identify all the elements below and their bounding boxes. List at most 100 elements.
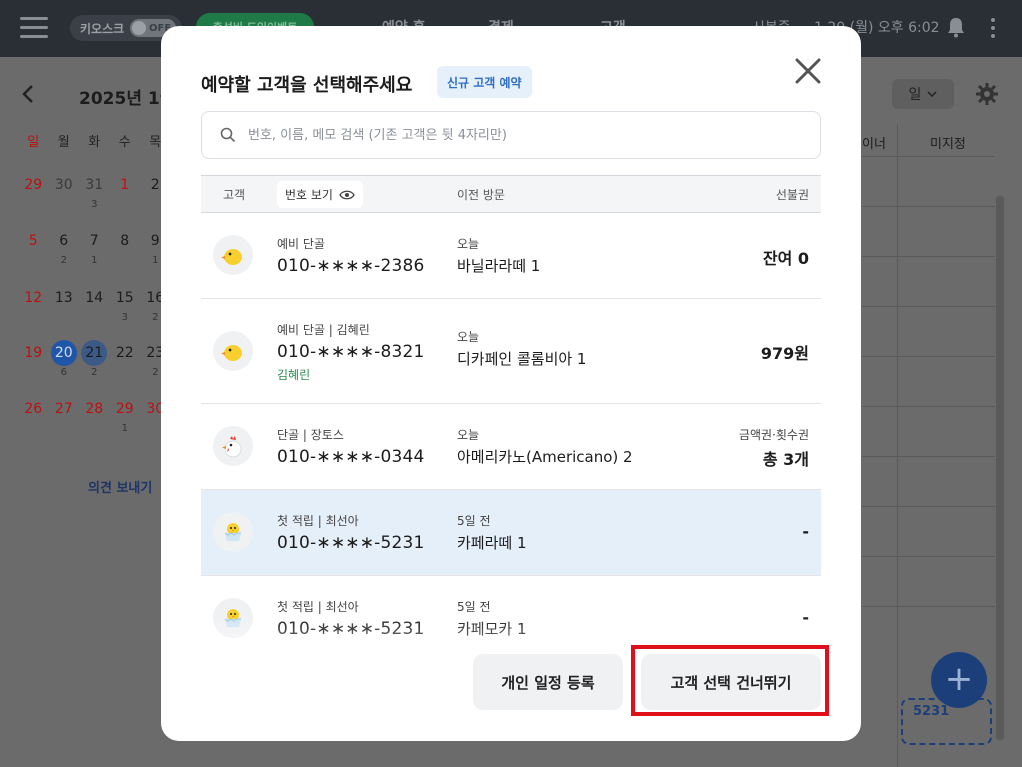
customer-list: 예비 단골 010-∗∗∗∗-2386 오늘 바닐라라떼 1 잔여 0 예비 단…: [201, 213, 821, 643]
customer-row[interactable]: 예비 단골 010-∗∗∗∗-2386 오늘 바닐라라떼 1 잔여 0: [201, 213, 821, 299]
menu-icon[interactable]: [20, 17, 48, 39]
hatchling-icon: [213, 598, 253, 638]
chick-icon: [213, 235, 253, 275]
personal-schedule-button[interactable]: 개인 일정 등록: [473, 654, 623, 710]
calendar-day[interactable]: 14: [79, 285, 110, 325]
table-header: 고객 번호 보기 이전 방문 선불권: [201, 175, 821, 213]
grid-divider: [862, 206, 995, 207]
customer-row[interactable]: 단골 | 장토스 010-∗∗∗∗-0344 오늘 아메리카노(American…: [201, 404, 821, 490]
day-number: 15: [115, 290, 134, 306]
calendar-day[interactable]: 22: [110, 340, 141, 380]
weekday-tue: 화: [88, 135, 101, 150]
customer-phone: 010-∗∗∗∗-5231: [277, 619, 425, 639]
calendar-day[interactable]: 21 2: [79, 340, 110, 380]
header-customer: 고객: [223, 188, 246, 202]
calendar-day[interactable]: 13: [49, 285, 80, 325]
weekday-sun: 일: [27, 135, 40, 150]
show-number-toggle[interactable]: 번호 보기: [277, 181, 363, 208]
calendar-day[interactable]: 1: [110, 172, 141, 212]
visit-menu: 아메리카노(Americano) 2: [457, 448, 633, 466]
calendar-day[interactable]: 31 3: [79, 172, 110, 212]
search-field[interactable]: [201, 111, 821, 159]
customer-tag: 예비 단골 | 김혜린: [277, 323, 370, 337]
day-count: 1: [121, 423, 128, 434]
search-icon: [220, 127, 236, 143]
customer-tag: 예비 단골: [277, 237, 325, 251]
search-input[interactable]: [248, 127, 820, 143]
column-header-unassigned: 미지정: [930, 137, 966, 152]
customer-tag: 첫 적립 | 최선아: [277, 600, 359, 614]
feedback-link[interactable]: 의견 보내기: [88, 477, 152, 496]
customer-row[interactable]: 첫 적립 | 최선아 010-∗∗∗∗-5231 5일 전 카페라떼 1 -: [201, 490, 821, 576]
chevron-left-icon[interactable]: [20, 84, 36, 104]
chevron-down-icon: [927, 91, 937, 97]
calendar-day[interactable]: 62: [49, 228, 80, 268]
customer-nickname: 김혜린: [277, 368, 311, 382]
prepaid-value: -: [802, 608, 809, 627]
calendar-week: 26 27 28 29 1 30: [18, 396, 171, 436]
reservation-placeholder-card[interactable]: 5231: [901, 698, 992, 745]
calendar-day[interactable]: 8: [110, 228, 141, 268]
weekday-mon: 월: [57, 135, 70, 150]
day-number: 27: [54, 401, 73, 417]
calendar-week: 56271891: [18, 228, 171, 268]
eye-icon: [339, 190, 355, 199]
grid-divider: [897, 124, 898, 767]
bell-icon[interactable]: [946, 16, 966, 38]
calendar-day[interactable]: 29: [18, 172, 49, 212]
calendar-week: 29 30 31 3 1 2: [18, 172, 171, 212]
customer-phone: 010-∗∗∗∗-0344: [277, 447, 425, 467]
calendar-day[interactable]: 5: [18, 228, 49, 268]
day-number: 31: [85, 177, 104, 193]
grid-divider: [862, 356, 995, 357]
calendar-day[interactable]: 26: [18, 396, 49, 436]
day-number: 29: [115, 401, 134, 417]
scrollbar[interactable]: [996, 196, 1004, 740]
chick-icon: [213, 331, 253, 371]
calendar-day[interactable]: 29 1: [110, 396, 141, 436]
visit-when: 오늘: [457, 330, 480, 344]
gear-icon[interactable]: [975, 82, 999, 106]
calendar-day[interactable]: 28: [79, 396, 110, 436]
prepaid-value: 총 3개: [762, 450, 809, 469]
visit-menu: 카페라떼 1: [457, 534, 527, 552]
grid-divider: [862, 256, 995, 257]
grid-divider: [862, 606, 995, 607]
column-header-staff: 이너: [862, 137, 886, 152]
customer-select-modal: 예약할 고객을 선택해주세요 신규 고객 예약 고객 번호 보기 이전 방문 선…: [161, 26, 861, 741]
customer-row[interactable]: 첫 적립 | 최선아 010-∗∗∗∗-5231 5일 전 카페모카 1 -: [201, 576, 821, 643]
day-number: 1: [120, 177, 130, 193]
new-customer-reservation-button[interactable]: 신규 고객 예약: [437, 66, 532, 98]
customer-phone: 010-∗∗∗∗-2386: [277, 256, 425, 276]
prepaid-label: 금액권·횟수권: [738, 428, 809, 442]
calendar-day[interactable]: 19: [18, 340, 49, 380]
day-number: 14: [85, 290, 104, 306]
calendar-day[interactable]: 20 6: [49, 340, 80, 380]
calendar-day[interactable]: 27: [49, 396, 80, 436]
close-icon[interactable]: [791, 54, 825, 88]
customer-row[interactable]: 예비 단골 | 김혜린 010-∗∗∗∗-8321 김혜린 오늘 디카페인 콜롬…: [201, 299, 821, 404]
visit-menu: 바닐라라떼 1: [457, 257, 541, 275]
calendar-day[interactable]: 71: [79, 228, 110, 268]
day-count: 6: [60, 367, 67, 378]
more-icon[interactable]: [990, 18, 996, 38]
day-number: 29: [24, 177, 43, 193]
calendar-day[interactable]: 12: [18, 285, 49, 325]
view-select[interactable]: 일: [892, 79, 954, 109]
prepaid-value: -: [802, 522, 809, 541]
calendar-day[interactable]: 30: [49, 172, 80, 212]
day-count: 2: [91, 367, 98, 378]
header-prepaid: 선불권: [775, 188, 809, 202]
header-previous-visit: 이전 방문: [457, 188, 505, 202]
prepaid-value: 979원: [760, 344, 809, 363]
weekday-wed: 수: [118, 135, 131, 150]
grid-divider: [862, 506, 995, 507]
grid-divider: [862, 406, 995, 407]
day-number: 8: [120, 233, 130, 249]
visit-when: 5일 전: [457, 600, 491, 614]
kiosk-label: 키오스크: [80, 21, 125, 36]
day-number: 30: [54, 177, 73, 193]
day-count: 2: [60, 255, 67, 266]
calendar-day[interactable]: 15 3: [110, 285, 141, 325]
day-count: 1: [91, 255, 98, 266]
